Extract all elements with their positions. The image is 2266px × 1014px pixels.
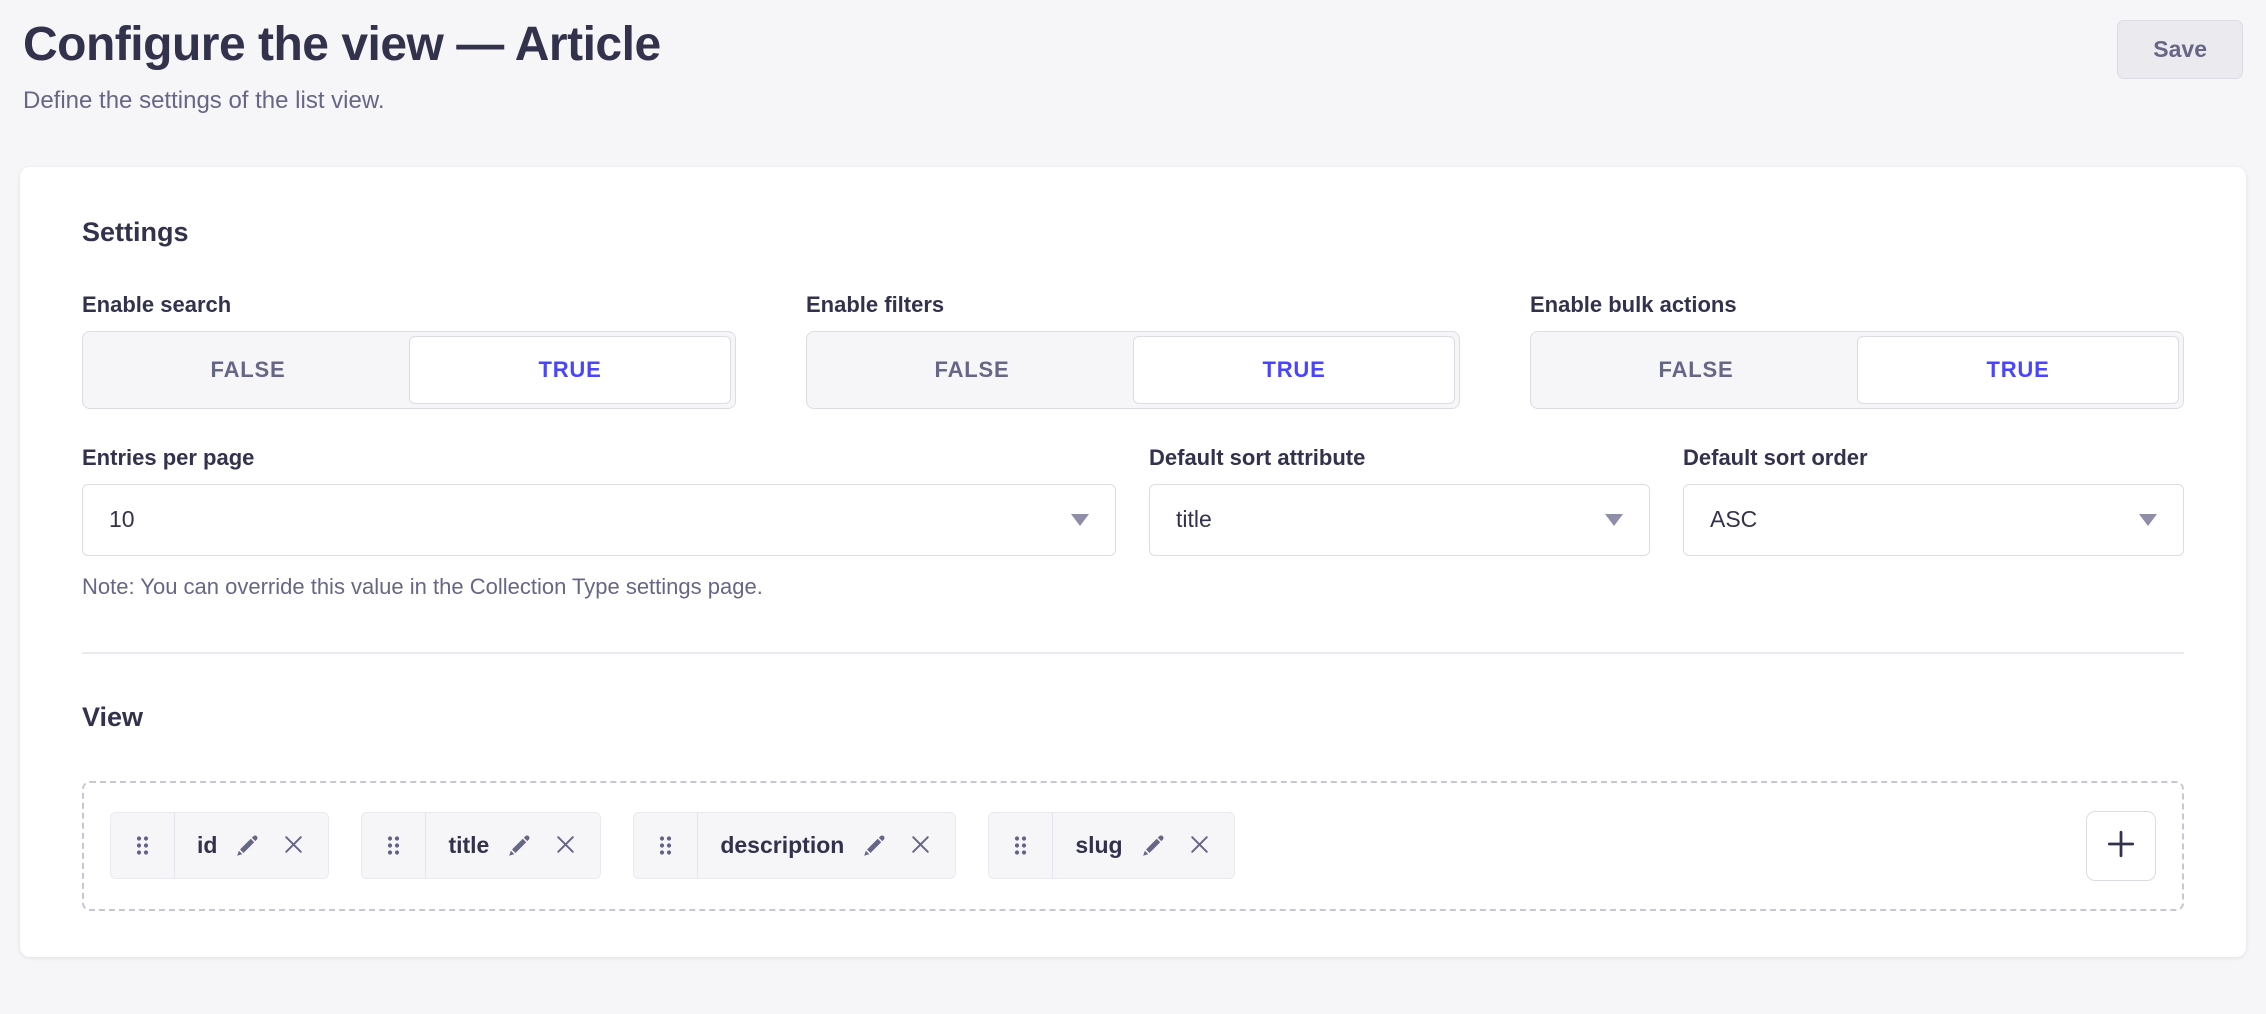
- select-value: 10: [109, 506, 135, 533]
- chevron-down-icon: [1071, 514, 1089, 526]
- select-field-default-sort-attribute: Default sort attribute title: [1149, 445, 1650, 556]
- field-pill-body: id: [175, 813, 328, 878]
- edit-pencil-icon: [863, 831, 889, 860]
- field-pill-body: description: [698, 813, 955, 878]
- close-icon: [908, 832, 933, 860]
- enable-bulk-actions-true-option[interactable]: TRUE: [1857, 336, 2179, 404]
- add-field-button[interactable]: [2086, 811, 2156, 881]
- toggle-label: Enable bulk actions: [1530, 292, 2184, 318]
- toggle-field-enable-bulk-actions: Enable bulk actions FALSE TRUE: [1530, 292, 2184, 409]
- enable-filters-false-option[interactable]: FALSE: [811, 336, 1133, 404]
- field-pill-body: title: [426, 813, 600, 878]
- toggle-label: Enable filters: [806, 292, 1460, 318]
- enable-search-false-option[interactable]: FALSE: [87, 336, 409, 404]
- field-pill-description: description: [633, 812, 956, 879]
- enable-filters-true-option[interactable]: TRUE: [1133, 336, 1455, 404]
- default-sort-order-select[interactable]: ASC: [1683, 484, 2184, 556]
- drag-handle-icon[interactable]: [111, 813, 175, 878]
- select-label: Default sort order: [1683, 445, 2184, 471]
- field-pill-title: title: [361, 812, 601, 879]
- enable-filters-toggle[interactable]: FALSE TRUE: [806, 331, 1460, 409]
- settings-selects-row: Entries per page 10 Default sort attribu…: [82, 445, 2184, 556]
- edit-pencil-icon: [1142, 831, 1168, 860]
- edit-field-button[interactable]: [508, 831, 534, 860]
- close-icon: [553, 832, 578, 860]
- plus-icon: [2104, 827, 2138, 864]
- edit-field-button[interactable]: [1142, 831, 1168, 860]
- default-sort-attribute-select[interactable]: title: [1149, 484, 1650, 556]
- field-pill-body: slug: [1053, 813, 1233, 878]
- select-value: ASC: [1710, 506, 1757, 533]
- remove-field-button[interactable]: [908, 832, 933, 860]
- enable-search-toggle[interactable]: FALSE TRUE: [82, 331, 736, 409]
- select-label: Default sort attribute: [1149, 445, 1650, 471]
- select-label: Entries per page: [82, 445, 1116, 471]
- drag-handle-icon[interactable]: [362, 813, 426, 878]
- edit-pencil-icon: [236, 831, 262, 860]
- settings-toggles-row: Enable search FALSE TRUE Enable filters …: [82, 292, 2184, 409]
- chevron-down-icon: [2139, 514, 2157, 526]
- remove-field-button[interactable]: [1187, 832, 1212, 860]
- drag-handle-icon[interactable]: [634, 813, 698, 878]
- page-header: Configure the view — Article Define the …: [0, 0, 2266, 115]
- field-pill-slug: slug: [988, 812, 1234, 879]
- close-icon: [281, 832, 306, 860]
- toggle-field-enable-filters: Enable filters FALSE TRUE: [806, 292, 1460, 409]
- remove-field-button[interactable]: [553, 832, 578, 860]
- field-pill-id: id: [110, 812, 329, 879]
- edit-field-button[interactable]: [236, 831, 262, 860]
- configuration-card: Settings Enable search FALSE TRUE Enable…: [20, 167, 2246, 957]
- entries-per-page-note: Note: You can override this value in the…: [82, 574, 2184, 600]
- page-subtitle: Define the settings of the list view.: [23, 87, 661, 115]
- close-icon: [1187, 832, 1212, 860]
- drag-handle-icon[interactable]: [989, 813, 1053, 878]
- view-fields-dropzone: id: [82, 781, 2184, 911]
- enable-bulk-actions-toggle[interactable]: FALSE TRUE: [1530, 331, 2184, 409]
- select-value: title: [1176, 506, 1212, 533]
- remove-field-button[interactable]: [281, 832, 306, 860]
- enable-search-true-option[interactable]: TRUE: [409, 336, 731, 404]
- edit-pencil-icon: [508, 831, 534, 860]
- field-pill-label: title: [448, 832, 489, 859]
- field-pill-label: id: [197, 832, 217, 859]
- field-pill-label: slug: [1075, 832, 1122, 859]
- save-button[interactable]: Save: [2117, 20, 2243, 79]
- settings-heading: Settings: [82, 217, 2184, 248]
- page-header-text: Configure the view — Article Define the …: [23, 16, 661, 115]
- entries-per-page-select[interactable]: 10: [82, 484, 1116, 556]
- page-title: Configure the view — Article: [23, 16, 661, 74]
- toggle-field-enable-search: Enable search FALSE TRUE: [82, 292, 736, 409]
- select-field-default-sort-order: Default sort order ASC: [1683, 445, 2184, 556]
- chevron-down-icon: [1605, 514, 1623, 526]
- view-heading: View: [82, 702, 2184, 733]
- select-field-entries-per-page: Entries per page 10: [82, 445, 1116, 556]
- section-divider: [82, 652, 2184, 654]
- field-pill-label: description: [720, 832, 844, 859]
- enable-bulk-actions-false-option[interactable]: FALSE: [1535, 336, 1857, 404]
- toggle-label: Enable search: [82, 292, 736, 318]
- edit-field-button[interactable]: [863, 831, 889, 860]
